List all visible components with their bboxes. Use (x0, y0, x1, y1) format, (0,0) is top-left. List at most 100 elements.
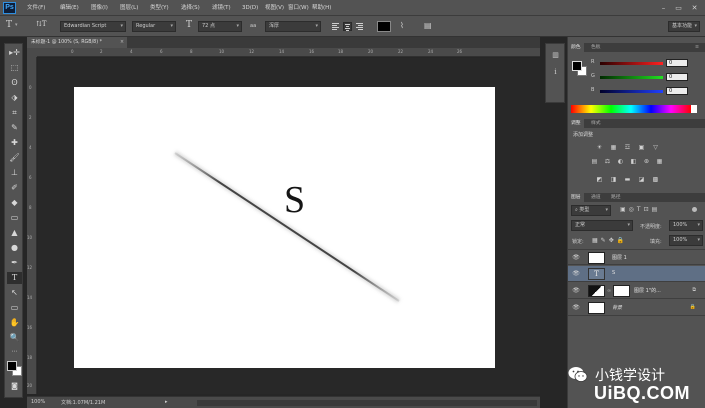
levels-icon[interactable]: ▦ (609, 144, 618, 152)
healing-tool-icon[interactable]: ✚ (7, 137, 22, 149)
quick-select-tool-icon[interactable]: ⬗ (7, 92, 22, 104)
menu-filter[interactable]: 滤镜(T) (212, 4, 231, 13)
layer-row[interactable]: 👁 图层 1 (568, 249, 705, 265)
type-tool-icon[interactable]: T (7, 272, 22, 284)
blend-mode-select[interactable]: 正常 ▾ (571, 220, 633, 231)
eye-icon[interactable]: 👁 (572, 304, 580, 312)
canvas-text-layer[interactable]: S (284, 181, 305, 219)
color-balance-icon[interactable]: ⚖ (603, 158, 612, 166)
ruler-origin[interactable] (27, 48, 37, 57)
eyedropper-tool-icon[interactable]: ✎ (7, 122, 22, 134)
font-style-select[interactable]: Regular ▾ (132, 21, 176, 32)
curves-icon[interactable]: ☲ (623, 144, 632, 152)
spectrum-white[interactable] (691, 105, 697, 113)
threshold-icon[interactable]: ▬ (623, 176, 632, 184)
document-info[interactable]: 文档:1.07M/1.21M (61, 399, 105, 406)
font-family-select[interactable]: Edwardian Script ▾ (60, 21, 126, 32)
foreground-color-swatch[interactable] (7, 361, 17, 371)
horizontal-scrollbar[interactable] (197, 400, 537, 406)
warp-text-icon[interactable]: ⌇ (400, 21, 404, 30)
vertical-ruler[interactable]: 0 2 4 6 8 10 12 14 16 18 20 (27, 57, 37, 394)
document-canvas[interactable] (74, 87, 495, 368)
tab-swatches[interactable]: 色板 (588, 43, 604, 52)
tab-layers[interactable]: 图层 (568, 193, 584, 202)
menu-layer[interactable]: 图层(L) (120, 4, 138, 13)
type-tool-icon[interactable]: T (6, 20, 12, 30)
zoom-level[interactable]: 100% (31, 399, 45, 405)
stamp-tool-icon[interactable]: ⊥ (7, 167, 22, 179)
channel-r-slider[interactable] (600, 62, 663, 65)
channel-g-input[interactable]: 0 (666, 73, 688, 81)
workspace-select[interactable]: 基本功能 ▾ (668, 21, 700, 32)
hand-tool-icon[interactable]: ✋ (7, 317, 22, 329)
eye-icon[interactable]: 👁 (572, 270, 580, 278)
opacity-input[interactable]: 100% ▾ (669, 220, 703, 231)
layer-name[interactable]: 背景 (612, 304, 622, 311)
blur-tool-icon[interactable]: ▲ (7, 227, 22, 239)
channel-b-slider[interactable] (600, 90, 663, 93)
black-white-icon[interactable]: ◐ (616, 158, 625, 166)
shape-tool-icon[interactable]: ▭ (7, 302, 22, 314)
layer-name[interactable]: 图层 1"的... (634, 287, 661, 294)
selective-color-icon[interactable]: ▩ (651, 176, 660, 184)
menu-type[interactable]: 类型(Y) (150, 4, 169, 13)
fill-input[interactable]: 100% ▾ (669, 235, 703, 246)
color-panel-foreground-swatch[interactable] (572, 61, 582, 71)
crop-tool-icon[interactable]: ⌗ (7, 107, 22, 119)
vibrance-icon[interactable]: ▽ (651, 144, 660, 152)
color-spectrum-bar[interactable] (571, 105, 691, 113)
menu-3d[interactable]: 3D(D) (242, 4, 258, 13)
align-left-button[interactable] (331, 22, 340, 31)
invert-icon[interactable]: ◩ (595, 176, 604, 184)
horizontal-ruler[interactable]: 0 2 4 6 8 10 12 14 16 18 20 22 24 26 (37, 48, 540, 57)
marquee-tool-icon[interactable]: ⬚ (7, 62, 22, 74)
dodge-tool-icon[interactable]: ● (7, 242, 22, 254)
menu-help[interactable]: 帮助(H) (312, 4, 331, 13)
filter-toggle-icon[interactable] (692, 207, 697, 212)
close-icon[interactable]: ✕ (689, 3, 700, 13)
exposure-icon[interactable]: ▣ (637, 144, 646, 152)
lock-options-icons[interactable]: ▦✎✥🔒 (592, 237, 627, 244)
eye-icon[interactable]: 👁 (572, 254, 580, 262)
channel-g-slider[interactable] (600, 76, 663, 79)
panel-menu-icon[interactable]: ≡ (692, 43, 702, 52)
channel-mixer-icon[interactable]: ⊛ (642, 158, 651, 166)
layer-row[interactable]: 👁 ∞ 图层 1"的... ⧉ (568, 283, 705, 299)
hue-saturation-icon[interactable]: ▤ (590, 158, 599, 166)
character-panel-icon[interactable]: ▤ (424, 21, 432, 30)
menu-select[interactable]: 选择(S) (181, 4, 200, 13)
layer-row[interactable]: 👁 T S (568, 266, 705, 282)
lasso-tool-icon[interactable]: ʘ (7, 77, 22, 89)
font-size-select[interactable]: 72 点 ▾ (198, 21, 242, 32)
menu-file[interactable]: 文件(F) (27, 4, 45, 13)
color-lookup-icon[interactable]: ▦ (655, 158, 664, 166)
eye-icon[interactable]: 👁 (572, 287, 580, 295)
history-panel-icon[interactable]: ▥ (549, 49, 562, 61)
status-menu-arrow-icon[interactable]: ▸ (165, 399, 168, 405)
document-tab[interactable]: 未标题-1 @ 100% (S, RGB/8) * × (27, 37, 127, 48)
info-panel-icon[interactable]: i (549, 66, 562, 78)
minimize-icon[interactable]: – (658, 3, 669, 13)
zoom-tool-icon[interactable]: 🔍 (7, 332, 22, 344)
brush-tool-icon[interactable]: 🖌 (7, 152, 22, 164)
layer-row[interactable]: 👁 背景 🔒 (568, 300, 705, 316)
layer-name[interactable]: S (612, 270, 615, 276)
antialias-select[interactable]: 浑厚 ▾ (265, 21, 321, 32)
more-tools-icon[interactable]: ⋯ (7, 346, 22, 358)
tab-paths[interactable]: 路径 (608, 193, 624, 202)
gradient-tool-icon[interactable]: ▭ (7, 212, 22, 224)
menu-image[interactable]: 图像(I) (91, 4, 108, 13)
layer-filter-icons[interactable]: ▣◎T⊡▤ (620, 206, 660, 213)
pen-tool-icon[interactable]: ✒ (7, 257, 22, 269)
eraser-tool-icon[interactable]: ◆ (7, 197, 22, 209)
layer-name[interactable]: 图层 1 (612, 254, 627, 261)
channel-b-input[interactable]: 0 (666, 87, 688, 95)
history-brush-tool-icon[interactable]: ✐ (7, 182, 22, 194)
photo-filter-icon[interactable]: ◧ (629, 158, 638, 166)
tab-adjustments[interactable]: 调整 (568, 119, 584, 128)
move-tool-icon[interactable]: ▸✛ (7, 47, 22, 59)
gradient-map-icon[interactable]: ◪ (637, 176, 646, 184)
align-right-button[interactable] (355, 22, 364, 31)
channel-r-input[interactable]: 0 (666, 59, 688, 67)
tab-color[interactable]: 颜色 (568, 43, 584, 52)
